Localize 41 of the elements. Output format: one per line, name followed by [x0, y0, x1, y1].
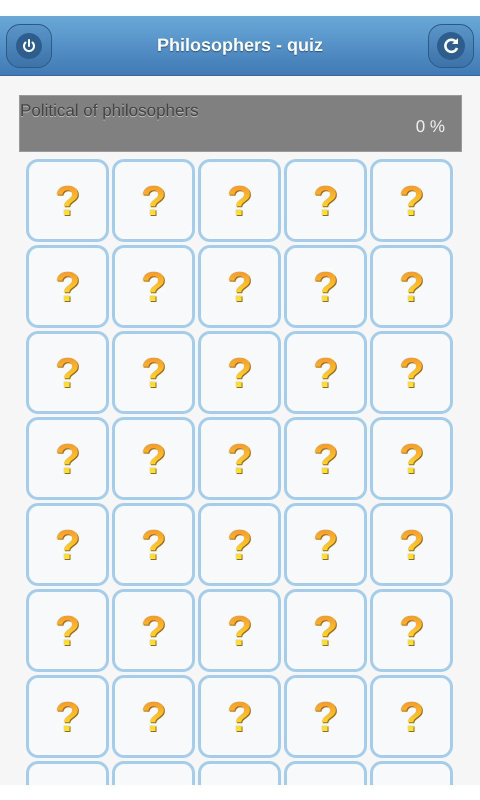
quiz-card[interactable]: ? — [112, 589, 195, 672]
quiz-card[interactable]: ? — [26, 331, 109, 414]
quiz-card[interactable]: ? — [198, 331, 281, 414]
quiz-card[interactable]: ? — [198, 159, 281, 242]
app-title: Philosophers - quiz — [156, 34, 323, 57]
quiz-card[interactable]: ? — [112, 675, 195, 758]
refresh-icon — [436, 32, 465, 60]
category-label: Political of philosophers — [20, 100, 199, 122]
quiz-card[interactable]: ? — [198, 589, 281, 672]
quiz-card[interactable]: ? — [284, 675, 367, 758]
quiz-card[interactable]: ? — [370, 675, 453, 758]
quiz-card[interactable]: ? — [26, 417, 109, 500]
quiz-card[interactable]: ? — [284, 503, 367, 586]
quiz-card[interactable]: ? — [370, 417, 453, 500]
quiz-card[interactable]: ? — [284, 159, 367, 242]
quiz-card[interactable]: ? — [198, 675, 281, 758]
quiz-card[interactable]: ? — [26, 503, 109, 586]
power-button[interactable] — [6, 24, 52, 68]
quiz-card[interactable]: ? — [370, 331, 453, 414]
quiz-card[interactable]: ? — [198, 245, 281, 328]
power-icon — [16, 32, 42, 58]
quiz-card[interactable]: ? — [284, 331, 367, 414]
quiz-card[interactable]: ? — [284, 245, 367, 328]
quiz-card[interactable]: ? — [26, 245, 109, 328]
progress-percent: 0 % — [416, 116, 445, 138]
quiz-card[interactable]: ? — [26, 159, 109, 242]
quiz-card[interactable]: ? — [112, 503, 195, 586]
quiz-card[interactable]: ? — [26, 675, 109, 758]
quiz-card[interactable]: ? — [370, 245, 453, 328]
quiz-card[interactable]: ? — [370, 503, 453, 586]
refresh-button[interactable] — [428, 24, 474, 68]
quiz-card[interactable]: ? — [112, 159, 195, 242]
quiz-card[interactable]: ? — [112, 331, 195, 414]
quiz-card[interactable]: ? — [198, 503, 281, 586]
quiz-card[interactable]: ? — [284, 589, 367, 672]
quiz-card[interactable]: ? — [370, 589, 453, 672]
quiz-card[interactable]: ? — [112, 417, 195, 500]
quiz-card[interactable]: ? — [26, 589, 109, 672]
quiz-card[interactable]: ? — [112, 245, 195, 328]
quiz-card[interactable]: ? — [284, 417, 367, 500]
quiz-card[interactable]: ? — [198, 417, 281, 500]
